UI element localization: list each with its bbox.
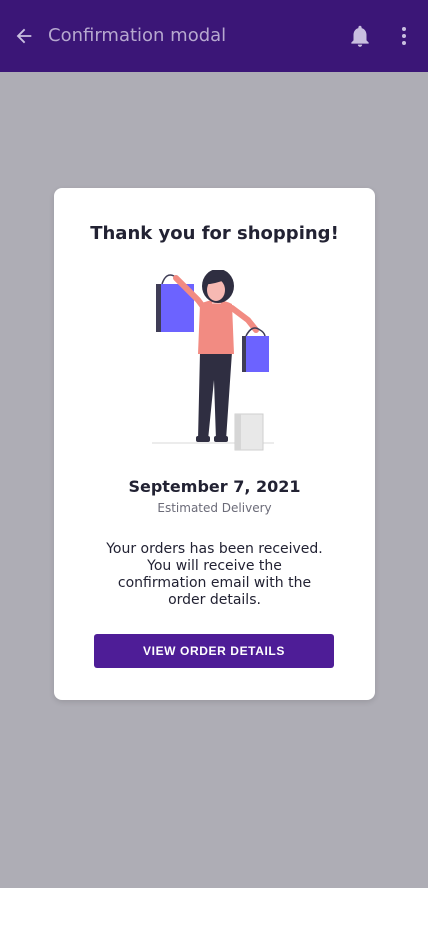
arrow-left-icon <box>16 28 32 44</box>
confirmation-message: Your orders has been received. You will … <box>94 541 335 609</box>
view-order-details-button[interactable]: VIEW ORDER DETAILS <box>94 634 334 668</box>
message-line: order details. <box>168 592 261 608</box>
message-line: confirmation email with the <box>117 575 312 591</box>
back-button[interactable] <box>12 24 36 48</box>
shopping-illustration <box>152 270 274 451</box>
app-bar: Confirmation modal <box>0 0 428 72</box>
page-title: Confirmation modal <box>48 25 227 46</box>
notifications-button[interactable] <box>347 23 373 49</box>
message-line: You will receive the <box>147 558 282 574</box>
bell-icon <box>351 25 369 47</box>
more-vertical-icon <box>402 27 406 45</box>
delivery-date: September 7, 2021 <box>128 477 301 496</box>
more-options-button[interactable] <box>392 24 416 48</box>
delivery-label: Estimated Delivery <box>157 501 272 515</box>
confirmation-modal: Thank you for shopping! September 7, 202… <box>54 188 375 700</box>
modal-title: Thank you for shopping! <box>90 223 339 244</box>
message-line: Your orders has been received. <box>106 541 323 557</box>
